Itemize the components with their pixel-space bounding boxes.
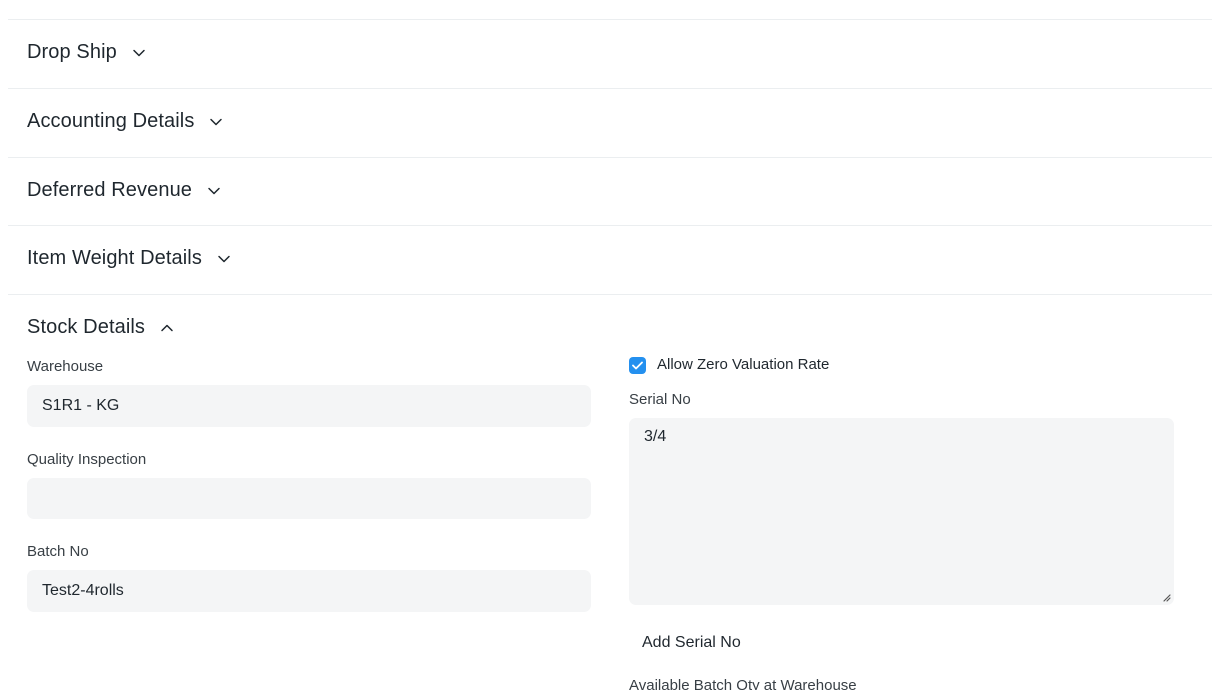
warehouse-label: Warehouse xyxy=(27,358,104,375)
warehouse-input[interactable]: S1R1 - KG xyxy=(27,385,591,427)
section-toggle-drop-ship[interactable]: Drop Ship xyxy=(27,41,147,64)
section-title: Deferred Revenue xyxy=(27,179,193,201)
check-icon xyxy=(632,361,643,370)
chevron-down-icon xyxy=(206,183,222,199)
resize-handle-icon[interactable] xyxy=(1161,592,1171,602)
serial-no-value: 3/4 xyxy=(644,428,667,445)
section-title: Accounting Details xyxy=(27,110,195,132)
serial-no-textarea[interactable]: 3/4 xyxy=(629,418,1174,605)
batch-no-value: Test2-4rolls xyxy=(42,582,124,599)
section-toggle-accounting-details[interactable]: Accounting Details xyxy=(27,110,224,133)
section-toggle-deferred-revenue[interactable]: Deferred Revenue xyxy=(27,179,222,202)
section-title: Item Weight Details xyxy=(27,247,202,269)
chevron-up-icon xyxy=(159,320,175,336)
allow-zero-valuation-checkbox[interactable] xyxy=(629,357,646,374)
section-toggle-stock-details[interactable]: Stock Details xyxy=(27,316,175,339)
section-item-weight-details: Item Weight Details xyxy=(8,226,1212,295)
batch-no-input[interactable]: Test2-4rolls xyxy=(27,570,591,612)
available-batch-qty-label: Available Batch Qty at Warehouse xyxy=(629,677,857,690)
quality-inspection-label: Quality Inspection xyxy=(27,451,147,468)
section-title: Stock Details xyxy=(27,316,146,338)
add-serial-no-button[interactable]: Add Serial No xyxy=(642,634,741,652)
section-accounting-details: Accounting Details xyxy=(8,89,1212,158)
chevron-down-icon xyxy=(208,114,224,130)
section-drop-ship: Drop Ship xyxy=(8,20,1212,89)
serial-no-label: Serial No xyxy=(629,391,691,408)
section-title: Drop Ship xyxy=(27,41,117,63)
allow-zero-valuation-label: Allow Zero Valuation Rate xyxy=(657,356,830,373)
chevron-down-icon xyxy=(131,45,147,61)
warehouse-value: S1R1 - KG xyxy=(42,397,120,414)
batch-no-label: Batch No xyxy=(27,543,89,560)
item-form-page: Drop Ship Accounting Details Deferred Re… xyxy=(0,0,1226,690)
chevron-down-icon xyxy=(216,251,232,267)
section-deferred-revenue: Deferred Revenue xyxy=(8,158,1212,226)
section-toggle-item-weight-details[interactable]: Item Weight Details xyxy=(27,247,232,270)
quality-inspection-input[interactable] xyxy=(27,478,591,519)
